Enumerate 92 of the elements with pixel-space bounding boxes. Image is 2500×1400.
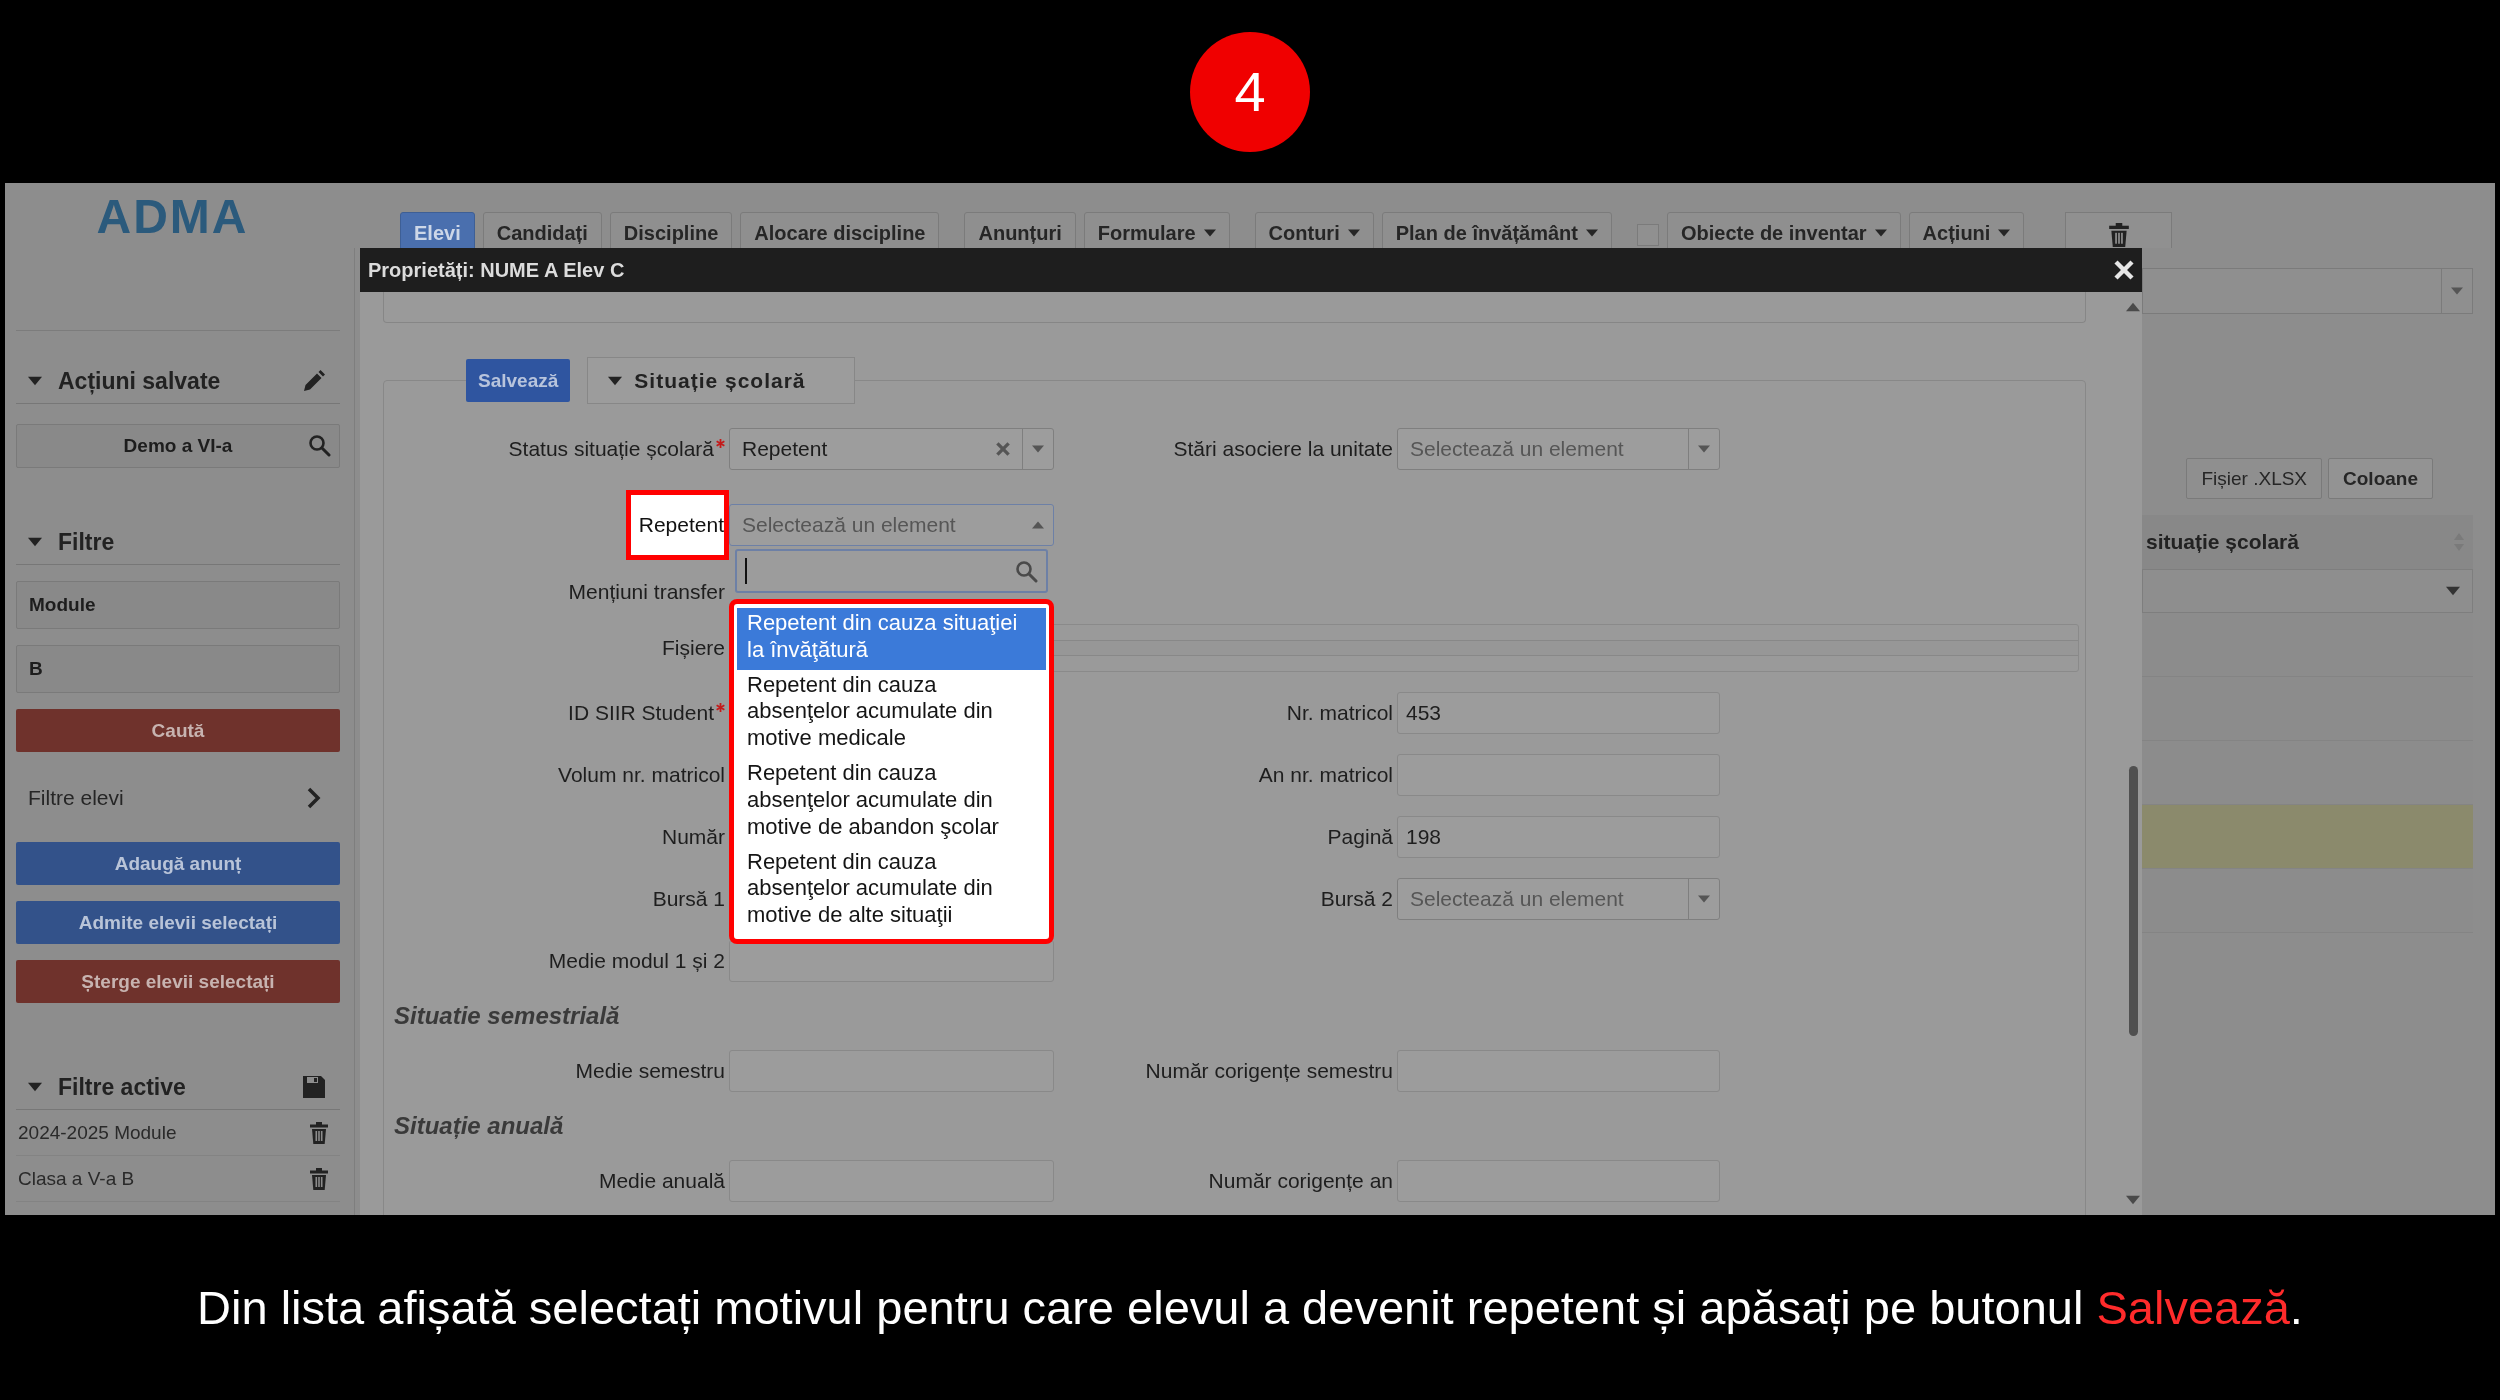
- field-label: Medie semestru: [575, 1059, 725, 1083]
- trash-icon[interactable]: [308, 1167, 330, 1190]
- text-field[interactable]: 198: [1397, 816, 1720, 858]
- nav-tab[interactable]: Anunțuri: [964, 212, 1076, 248]
- dropdown-option[interactable]: Repetent din cauza absenţelor acumulate din motive de alte situaţii: [737, 846, 1046, 936]
- close-icon[interactable]: [2114, 260, 2134, 280]
- field-label: Bursă 1: [652, 887, 725, 911]
- select-field[interactable]: [2142, 268, 2473, 314]
- field-label: Fișiere: [662, 636, 725, 660]
- instruction-caption: Din lista afișată selectați motivul pentru care elevul a devenit repetent și apăsați pe butonul Salvează.: [197, 1280, 2303, 1335]
- field-label: ID SIIR Student: [568, 701, 725, 725]
- filter-field[interactable]: Module: [16, 581, 340, 629]
- field-label: An nr. matricol: [1258, 763, 1393, 787]
- dropdown-option[interactable]: Repetent din cauza absenţelor acumulate din motive de abandon şcolar: [737, 758, 1046, 847]
- required-icon: [716, 439, 725, 448]
- caret-icon: [2451, 285, 2463, 297]
- column-filter[interactable]: [2142, 569, 2473, 613]
- search-button[interactable]: Caută: [16, 709, 340, 752]
- search-field[interactable]: [735, 549, 1048, 593]
- action-button[interactable]: Admite elevii selectați: [16, 901, 340, 944]
- section-tab[interactable]: Situație școlară: [587, 357, 856, 404]
- dialog-title: Proprietăți: NUME A Elev C: [368, 258, 625, 282]
- field-label: Repetent: [625, 490, 729, 560]
- field-label: Număr corigențe semestru: [1145, 1059, 1393, 1083]
- caret-icon: [1698, 443, 1710, 455]
- trash-icon[interactable]: [308, 1121, 330, 1144]
- field-label: Medie anuală: [598, 1169, 725, 1193]
- student-filters-toggle[interactable]: Filtre elevi: [16, 775, 340, 820]
- search-icon[interactable]: [307, 433, 331, 457]
- save-button[interactable]: Salvează: [466, 359, 571, 402]
- app-logo: ADMA: [96, 191, 250, 244]
- caret-icon: [2446, 584, 2460, 598]
- chevron-right-icon: [306, 785, 322, 810]
- action-button[interactable]: Șterge elevii selectați: [16, 960, 340, 1003]
- caret-icon: [1347, 227, 1360, 239]
- delete-button[interactable]: [2065, 212, 2173, 248]
- text-cursor: [745, 558, 747, 584]
- section-header[interactable]: Filtre: [16, 520, 340, 565]
- dropdown-option[interactable]: Repetent din cauza absenţelor acumulate din motive medicale: [737, 669, 1046, 759]
- scroll-down-icon: [2126, 1193, 2140, 1207]
- field-label: Volum nr. matricol: [558, 763, 725, 787]
- select-field[interactable]: Repetent: [729, 428, 1054, 470]
- nav-tab[interactable]: Plan de învățământ: [1381, 212, 1612, 248]
- caret-icon: [1998, 227, 2011, 239]
- search-field[interactable]: Demo a VI-a: [16, 424, 340, 468]
- nav-tab[interactable]: Alocare discipline: [740, 212, 940, 248]
- select-field[interactable]: Selectează un element: [1397, 428, 1720, 470]
- section-header[interactable]: Filtre active: [16, 1065, 340, 1110]
- scroll-up-icon: [2126, 300, 2140, 314]
- toolbar-button[interactable]: Fișier .XLSX: [2186, 458, 2323, 499]
- field-label: Număr: [662, 825, 725, 849]
- scroll-thumb[interactable]: [2128, 766, 2138, 1036]
- step-badge: 4: [1190, 31, 1310, 152]
- nav-tab[interactable]: Acțiuni: [1908, 212, 2025, 248]
- trash-icon[interactable]: [2106, 223, 2131, 247]
- active-filter-label: Clasa a V-a B: [18, 1167, 135, 1190]
- active-filter-label: 2024-2025 Module: [18, 1121, 177, 1144]
- caret-icon: [1698, 893, 1710, 905]
- field-label: Stări asociere la unitate: [1173, 437, 1393, 461]
- section-heading: Situatie semestrială: [394, 1002, 620, 1029]
- search-icon[interactable]: [1014, 559, 1038, 583]
- nav-tab[interactable]: Formulare: [1083, 212, 1230, 248]
- field-label: Nr. matricol: [1286, 701, 1393, 725]
- dropdown-option[interactable]: Repetent din cauza situaţiei la învăţătură: [737, 608, 1046, 670]
- nav-tab[interactable]: Discipline: [609, 212, 733, 248]
- caret-icon: [1874, 227, 1887, 239]
- clear-icon[interactable]: [996, 442, 1010, 456]
- column-header[interactable]: situație școlară: [2142, 515, 2473, 569]
- field-label: Status situație școlară: [508, 437, 725, 461]
- field-label: Pagină: [1327, 825, 1393, 849]
- section-heading: Situație anuală: [394, 1112, 564, 1139]
- nav-tab[interactable]: Candidați: [482, 212, 602, 248]
- text-field[interactable]: 453: [1397, 692, 1720, 734]
- field-label: Număr corigențe an: [1208, 1169, 1393, 1193]
- select-field[interactable]: Selectează un element: [1397, 878, 1720, 920]
- field-label: Medie modul 1 și 2: [548, 949, 725, 973]
- caret-icon: [1203, 227, 1216, 239]
- nav-tab[interactable]: Conturi: [1254, 212, 1374, 248]
- field-label: Bursă 2: [1320, 887, 1393, 911]
- section-header[interactable]: Acțiuni salvate: [16, 359, 340, 404]
- field-label: Mențiuni transfer: [568, 580, 725, 604]
- caret-icon: [1032, 443, 1044, 455]
- caret-icon: [1586, 227, 1598, 239]
- text-field[interactable]: [729, 940, 1054, 982]
- pencil-icon[interactable]: [302, 369, 326, 393]
- caret-icon: [1032, 519, 1044, 531]
- filter-field[interactable]: B: [16, 645, 340, 693]
- required-icon: [716, 703, 725, 712]
- nav-tab[interactable]: Obiecte de inventar: [1667, 212, 1901, 248]
- nav-tab[interactable]: Elevi: [400, 212, 475, 248]
- toolbar-button[interactable]: Coloane: [2328, 458, 2433, 499]
- action-button[interactable]: Adaugă anunț: [16, 842, 340, 885]
